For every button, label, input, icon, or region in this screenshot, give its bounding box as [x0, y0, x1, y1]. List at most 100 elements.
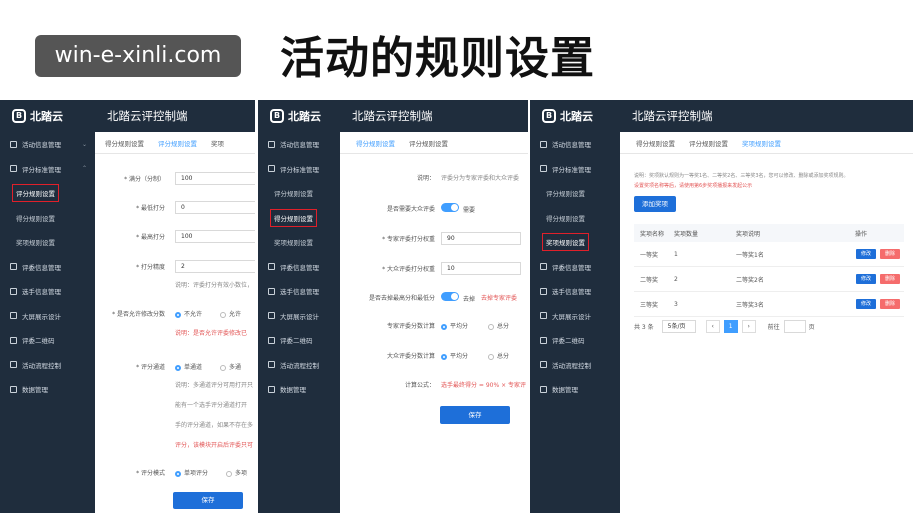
add-award-button[interactable]: 添加奖项 — [634, 196, 676, 212]
edit-button[interactable]: 修改 — [855, 274, 876, 284]
pagination: 共 3 条 5条/页 ‹ 1 › 前往 页 — [634, 320, 815, 333]
tab-score-rules[interactable]: 评分规则设置 — [409, 138, 448, 148]
radio-allow[interactable]: 允许 — [220, 309, 241, 318]
edit-button[interactable]: 修改 — [855, 299, 876, 309]
award-table: 奖项名称 奖项数量 奖项说明 操作 一等奖 1 一等奖1名 修改 删除 二等奖 2… — [634, 224, 904, 317]
sidebar-item-screen[interactable]: 大屏展示设计 — [530, 304, 620, 329]
table-row: 一等奖 1 一等奖1名 修改 删除 — [634, 242, 904, 267]
radio-public-average[interactable]: 平均分 — [441, 351, 468, 360]
qrcode-icon — [540, 336, 547, 344]
sidebar-item-judges[interactable]: 评委信息管理 — [530, 255, 620, 280]
radio-public-total[interactable]: 总分 — [488, 351, 509, 360]
data-icon — [268, 385, 275, 393]
delete-button[interactable]: 删除 — [879, 274, 900, 284]
flow-icon — [10, 361, 17, 369]
sidebar-item-activity[interactable]: 活动信息管理 — [258, 132, 340, 157]
chevron-icon: ⌄ — [81, 140, 87, 148]
sidebar-item-players[interactable]: 选手信息管理 — [258, 279, 340, 304]
save-button[interactable]: 保存 — [173, 492, 243, 509]
radio-expert-average[interactable]: 平均分 — [441, 321, 468, 330]
tab-points-rules[interactable]: 得分规则设置 — [636, 138, 675, 148]
sidebar-item-data[interactable]: 数据管理 — [0, 377, 95, 402]
tab-bar: 得分规则设置 评分规则设置 — [340, 132, 528, 154]
radio-disallow[interactable]: 不允许 — [175, 309, 202, 318]
tab-bar: 得分规则设置 评分规则设置 奖项规则设置 — [620, 132, 913, 154]
sidebar-item-qrcode[interactable]: 评委二维码 — [0, 328, 95, 353]
sidebar-item-score-rules[interactable]: 评分规则设置 — [258, 181, 340, 206]
sidebar-item-data[interactable]: 数据管理 — [258, 377, 340, 402]
page-number[interactable]: 1 — [723, 320, 738, 333]
sidebar-item-players[interactable]: 选手信息管理 — [530, 279, 620, 304]
radio-multi-channel[interactable]: 多通 — [220, 362, 241, 371]
trim-scores-switch[interactable]: 去掉 — [441, 292, 475, 303]
sidebar-item-flow[interactable]: 活动流程控制 — [530, 353, 620, 378]
max-score-input[interactable]: 100 — [175, 230, 255, 243]
edit-button[interactable]: 修改 — [855, 249, 876, 259]
app-header: 北踏云评控制端 — [620, 100, 913, 132]
sidebar-item-standard[interactable]: 评分标准管理 — [530, 157, 620, 182]
activity-icon — [10, 140, 17, 148]
sidebar-item-screen[interactable]: 大屏展示设计 — [0, 304, 95, 329]
save-button[interactable]: 保存 — [440, 406, 510, 424]
sidebar-item-standard[interactable]: 评分标准管理 ⌃ — [0, 157, 95, 182]
sidebar-item-award-rules[interactable]: 奖项规则设置 — [530, 230, 620, 255]
flow-icon — [540, 361, 547, 369]
goto-page-input[interactable] — [783, 320, 806, 333]
sidebar-item-players[interactable]: 选手信息管理 — [0, 279, 95, 304]
table-row: 二等奖 2 二等奖2名 修改 删除 — [634, 267, 904, 292]
sidebar-item-points-rules[interactable]: 得分规则设置 — [0, 206, 95, 231]
screenshot-2: B 北踏云 活动信息管理 评分标准管理 评分规则设置 得分规则设置 奖项规则设置 … — [258, 100, 528, 513]
radio-multi-score[interactable]: 多项 — [226, 468, 247, 477]
penalty-note: 说明：是否允许评委修改已 — [175, 330, 248, 337]
sidebar-item-award-rules[interactable]: 奖项规则设置 — [258, 230, 340, 255]
sidebar-item-points-rules[interactable]: 得分规则设置 — [258, 206, 340, 231]
precision-input[interactable]: 2 — [175, 260, 255, 273]
delete-button[interactable]: 删除 — [879, 249, 900, 259]
public-judges-switch[interactable]: 需要 — [441, 203, 475, 214]
tab-score-rules[interactable]: 评分规则设置 — [689, 138, 728, 148]
sidebar-item-score-rules[interactable]: 评分规则设置 — [0, 181, 95, 206]
sidebar-item-award-rules[interactable]: 奖项规则设置 — [0, 230, 95, 255]
screen-icon — [540, 312, 547, 320]
tab-award[interactable]: 奖项 — [211, 138, 224, 148]
sidebar-item-qrcode[interactable]: 评委二维码 — [530, 328, 620, 353]
judge-icon — [268, 263, 275, 271]
public-weight-input[interactable]: 10 — [441, 262, 521, 275]
min-score-input[interactable]: 0 — [175, 201, 255, 214]
radio-single-channel[interactable]: 单通道 — [175, 362, 202, 371]
activity-icon — [540, 140, 547, 148]
sidebar-item-qrcode[interactable]: 评委二维码 — [258, 328, 340, 353]
chevron-icon: ⌃ — [81, 165, 87, 173]
tab-points-rules[interactable]: 得分规则设置 — [356, 138, 395, 148]
sidebar-item-activity[interactable]: 活动信息管理 ⌄ — [0, 132, 95, 157]
content: 说明： 评委分为专家评委和大众评委 是否需要大众评委 需要 * 专家评委打分权重 90… — [340, 154, 528, 513]
sidebar-item-judges[interactable]: 评委信息管理 — [258, 255, 340, 280]
prev-page-button[interactable]: ‹ — [705, 320, 720, 333]
full-score-input[interactable]: 100 — [175, 172, 255, 185]
page-size-select[interactable]: 5条/页 — [661, 320, 696, 333]
radio-expert-total[interactable]: 总分 — [488, 321, 509, 330]
sidebar-item-standard[interactable]: 评分标准管理 — [258, 157, 340, 182]
sidebar-item-activity[interactable]: 活动信息管理 — [530, 132, 620, 157]
tab-points-rules[interactable]: 得分规则设置 — [105, 138, 144, 148]
tab-award-rules[interactable]: 奖项规则设置 — [742, 138, 781, 148]
sidebar: B 北踏云 活动信息管理 评分标准管理 评分规则设置 得分规则设置 奖项规则设置 … — [530, 100, 620, 513]
sidebar-item-points-rules[interactable]: 得分规则设置 — [530, 206, 620, 231]
award-note-red: 设置奖项名称等后，请使用第6步奖项播报来发起公示 — [634, 183, 753, 189]
delete-button[interactable]: 删除 — [879, 299, 900, 309]
screenshot-1: B 北踏云 活动信息管理 ⌄ 评分标准管理 ⌃ 评分规则设置 得分规则设置 奖项规则设… — [0, 100, 255, 513]
next-page-button[interactable]: › — [741, 320, 756, 333]
user-icon — [540, 287, 547, 295]
sidebar-item-flow[interactable]: 活动流程控制 — [258, 353, 340, 378]
slide: win-e-xinli.com 活动的规则设置 B 北踏云 活动信息管理 ⌄ 评分标… — [0, 0, 913, 513]
sidebar-item-flow[interactable]: 活动流程控制 — [0, 353, 95, 378]
sidebar-item-judges[interactable]: 评委信息管理 — [0, 255, 95, 280]
sidebar-item-screen[interactable]: 大屏展示设计 — [258, 304, 340, 329]
expert-weight-input[interactable]: 90 — [441, 232, 521, 245]
logo-icon: B — [542, 109, 556, 123]
table-row: 三等奖 3 三等奖3名 修改 删除 — [634, 292, 904, 317]
tab-score-rules[interactable]: 评分规则设置 — [158, 138, 197, 148]
sidebar-item-data[interactable]: 数据管理 — [530, 377, 620, 402]
radio-single-score[interactable]: 单项评分 — [175, 468, 208, 477]
sidebar-item-score-rules[interactable]: 评分规则设置 — [530, 181, 620, 206]
